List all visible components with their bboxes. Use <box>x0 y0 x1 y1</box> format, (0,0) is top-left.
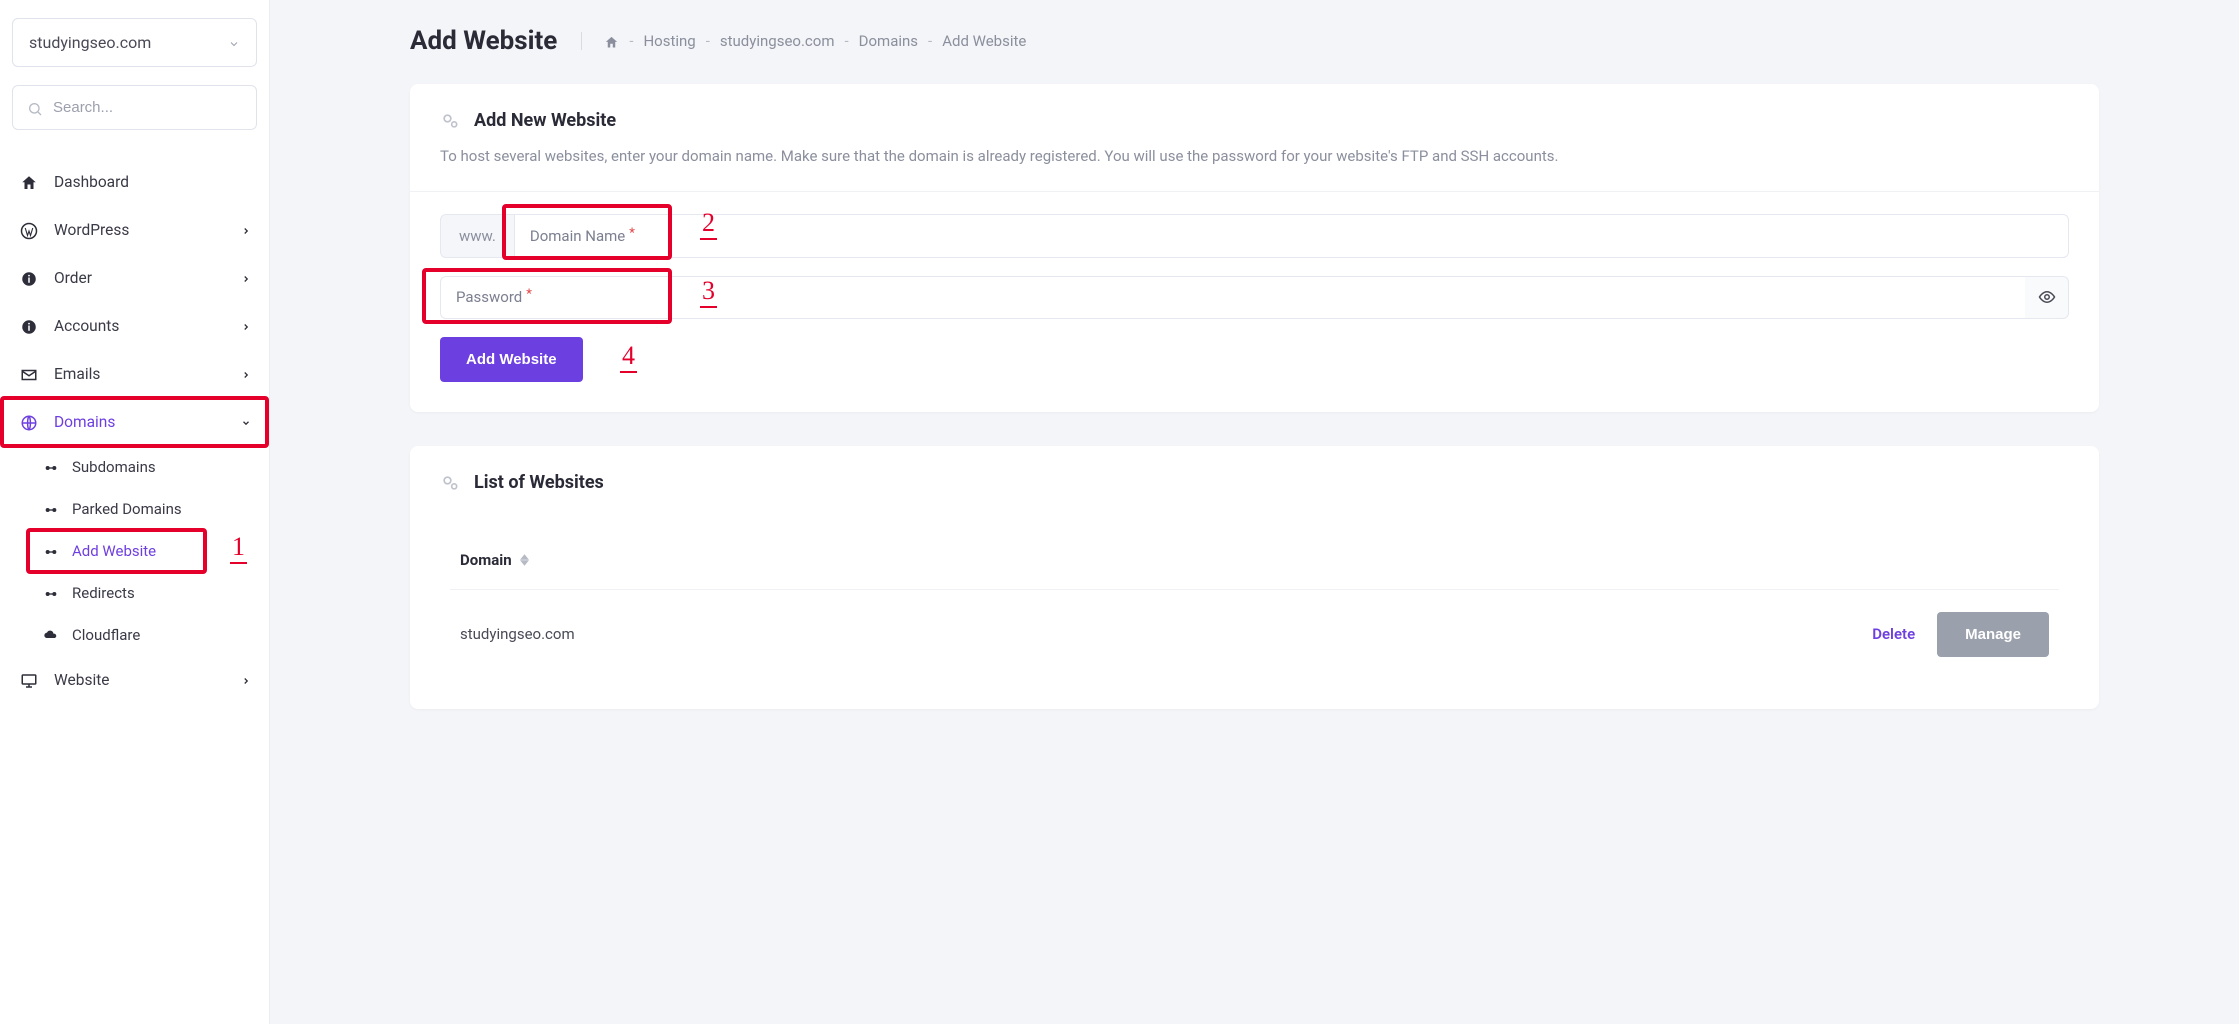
chevron-right-icon <box>241 223 251 237</box>
subnav-item-label: Parked Domains <box>72 500 182 518</box>
chevron-right-icon <box>241 367 251 381</box>
gears-icon <box>440 110 460 131</box>
home-icon[interactable] <box>604 32 619 50</box>
home-icon <box>18 172 40 192</box>
sidebar-item-label: Website <box>54 671 241 689</box>
search-icon <box>27 98 43 117</box>
monitor-icon <box>18 670 40 690</box>
subnav-item-label: Subdomains <box>72 458 156 476</box>
card-title: List of Websites <box>474 472 604 493</box>
column-header-domain[interactable]: Domain <box>450 531 2059 589</box>
mail-icon <box>18 364 40 384</box>
row-actions: Delete Manage <box>1872 612 2049 657</box>
breadcrumb-sep: - <box>629 32 633 50</box>
nav: Dashboard WordPress Order Accounts Email… <box>12 158 257 704</box>
eye-icon <box>2038 288 2056 306</box>
sidebar-item-label: Emails <box>54 365 241 383</box>
chevron-down-icon <box>228 33 240 52</box>
card-header: List of Websites <box>410 446 2099 513</box>
sidebar: studyingseo.com Dashboard WordPress <box>0 0 270 1024</box>
wordpress-icon <box>18 220 40 240</box>
www-prefix: www. <box>440 214 514 258</box>
card-header: Add New Website <box>410 84 2099 131</box>
breadcrumb-item[interactable]: studyingseo.com <box>720 32 835 50</box>
website-row: studyingseo.com Delete Manage <box>450 589 2059 679</box>
search-box[interactable] <box>12 85 257 130</box>
link-icon <box>40 584 62 602</box>
domains-subnav: Subdomains Parked Domains Add Website 1 … <box>12 446 257 656</box>
sidebar-item-label: Domains <box>54 413 241 431</box>
breadcrumb-sep: - <box>706 32 710 50</box>
column-header-label: Domain <box>460 551 512 569</box>
subnav-item-redirects[interactable]: Redirects <box>12 572 257 614</box>
sidebar-item-label: WordPress <box>54 221 241 239</box>
sidebar-item-dashboard[interactable]: Dashboard <box>12 158 257 206</box>
website-domain: studyingseo.com <box>460 625 575 643</box>
domain-field-row: www. Domain Name* 2 <box>440 214 2069 258</box>
breadcrumb-item[interactable]: Domains <box>859 32 918 50</box>
breadcrumb-sep: - <box>845 32 849 50</box>
password-input-wrap: Password* <box>440 276 2025 319</box>
sidebar-item-order[interactable]: Order <box>12 254 257 302</box>
sidebar-item-label: Order <box>54 269 241 287</box>
chevron-right-icon <box>241 319 251 333</box>
breadcrumb-item: Add Website <box>942 32 1026 50</box>
chevron-right-icon <box>241 271 251 285</box>
gears-icon <box>440 472 460 493</box>
sidebar-item-accounts[interactable]: Accounts <box>12 302 257 350</box>
annotation-number: 4 <box>620 341 637 373</box>
manage-button[interactable]: Manage <box>1937 612 2049 657</box>
subnav-item-label: Add Website <box>72 542 156 560</box>
subnav-item-label: Redirects <box>72 584 135 602</box>
card-body: www. Domain Name* 2 Password* <box>410 191 2099 412</box>
sidebar-item-website[interactable]: Website <box>12 656 257 704</box>
toggle-password-visibility-button[interactable] <box>2025 276 2069 319</box>
chevron-down-icon <box>241 415 251 429</box>
subnav-item-add-website[interactable]: Add Website 1 <box>12 530 257 572</box>
link-icon <box>40 542 62 560</box>
breadcrumb-item[interactable]: Hosting <box>643 32 695 50</box>
subnav-item-cloudflare[interactable]: Cloudflare <box>12 614 257 656</box>
link-icon <box>40 500 62 518</box>
annotation-number: 1 <box>230 532 247 564</box>
info-icon <box>18 316 40 336</box>
subnav-item-subdomains[interactable]: Subdomains <box>12 446 257 488</box>
add-website-card: Add New Website To host several websites… <box>410 84 2099 412</box>
sort-icon <box>520 554 529 566</box>
subnav-item-parked-domains[interactable]: Parked Domains <box>12 488 257 530</box>
sidebar-item-label: Accounts <box>54 317 241 335</box>
delete-link[interactable]: Delete <box>1872 625 1915 643</box>
main-content: Add Website - Hosting - studyingseo.com … <box>270 0 2239 1024</box>
sidebar-item-domains[interactable]: Domains <box>12 398 257 446</box>
add-website-button[interactable]: Add Website <box>440 337 583 382</box>
card-title: Add New Website <box>474 110 616 131</box>
cloud-icon <box>40 626 62 644</box>
subnav-item-label: Cloudflare <box>72 626 140 644</box>
search-input[interactable] <box>53 99 242 116</box>
chevron-right-icon <box>241 673 251 687</box>
sidebar-item-emails[interactable]: Emails <box>12 350 257 398</box>
page-title: Add Website <box>410 26 557 56</box>
page-header: Add Website - Hosting - studyingseo.com … <box>410 26 2099 56</box>
domain-name-input[interactable] <box>514 214 2069 258</box>
info-icon <box>18 268 40 288</box>
password-field-row: Password* 3 <box>440 276 2069 319</box>
domain-selector[interactable]: studyingseo.com <box>12 18 257 67</box>
list-websites-card: List of Websites Domain studyingseo.com … <box>410 446 2099 709</box>
domain-selector-value: studyingseo.com <box>29 33 151 52</box>
breadcrumb-sep: - <box>928 32 932 50</box>
password-input[interactable] <box>440 276 2025 319</box>
sidebar-item-label: Dashboard <box>54 173 251 191</box>
domain-input-wrap: Domain Name* <box>514 214 2069 258</box>
breadcrumb: - Hosting - studyingseo.com - Domains - … <box>581 32 1026 50</box>
globe-icon <box>18 412 40 432</box>
list-body: Domain studyingseo.com Delete Manage <box>410 513 2099 709</box>
sidebar-item-wordpress[interactable]: WordPress <box>12 206 257 254</box>
link-icon <box>40 458 62 476</box>
card-description: To host several websites, enter your dom… <box>410 131 2099 190</box>
